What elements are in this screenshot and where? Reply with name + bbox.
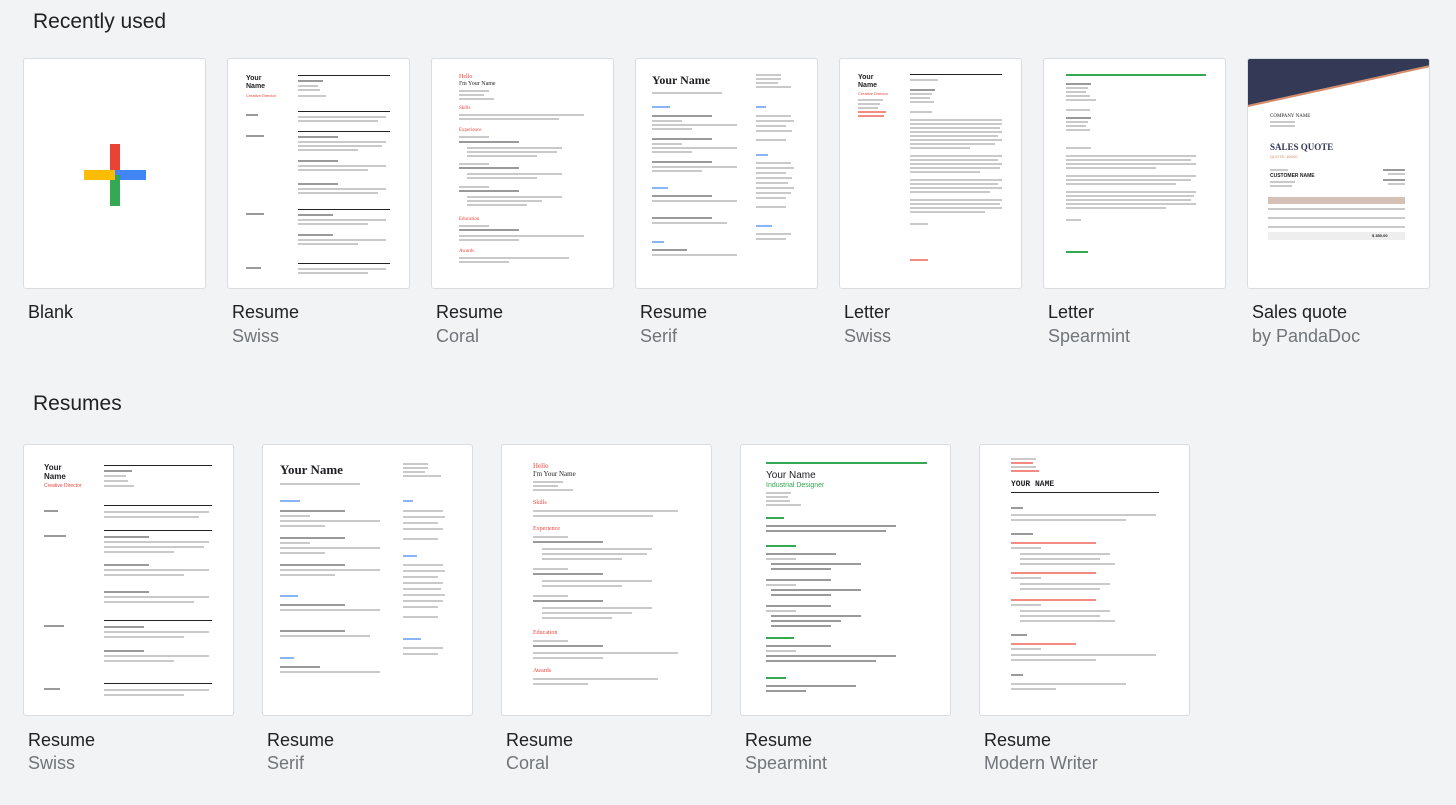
thumb-education: Education [533, 630, 558, 636]
template-letter-swiss[interactable]: Your Name Creative Director Letter Swiss [839, 58, 1022, 348]
section-title-resumes: Resumes [33, 392, 122, 415]
template-subtitle: Swiss [232, 326, 280, 346]
template-title: Resume [28, 730, 96, 750]
header-banner-graphic [1248, 59, 1429, 107]
thumb-experience: Experience [459, 128, 482, 133]
thumb-name: Your Name [766, 470, 816, 481]
thumb-name: Your Name [280, 462, 343, 477]
thumb-name: I'm Your Name [459, 81, 496, 87]
template-resume-serif[interactable]: Your Name Resume Serif [262, 444, 473, 774]
template-resume-modern-writer[interactable]: YOUR NAME Resume Modern Writer [979, 444, 1190, 774]
template-thumbnail: Your Name Creative Director [839, 58, 1022, 289]
template-resume-coral[interactable]: Hello I'm Your Name Skills Experience Ed… [431, 58, 614, 348]
thumb-role: Creative Director [246, 93, 277, 98]
template-resume-swiss[interactable]: Your Name Creative Director Resume Swiss [227, 58, 410, 348]
thumb-experience: Experience [533, 526, 560, 532]
template-title: Resume [232, 302, 300, 322]
thumb-awards: Awards [459, 249, 475, 254]
thumb-role: Creative Director [858, 91, 889, 96]
template-subtitle: Swiss [28, 753, 76, 773]
template-resume-serif[interactable]: Your Name Resume Serif [635, 58, 818, 348]
template-thumbnail: YOUR NAME [979, 444, 1190, 716]
template-subtitle: Spearmint [745, 753, 828, 773]
section-title-recently-used: Recently used [33, 10, 167, 33]
template-resume-spearmint[interactable]: Your Name Industrial Designer Resume Spe… [740, 444, 951, 774]
thumb-name: Your Name [246, 75, 266, 90]
thumb-name: YOUR NAME [1011, 480, 1055, 489]
template-subtitle: Serif [267, 753, 305, 773]
template-title: Letter [1048, 302, 1095, 322]
template-subtitle: Coral [506, 753, 550, 773]
thumb-hello: Hello [459, 74, 473, 80]
thumb-name: Your Name [652, 73, 711, 87]
template-subtitle: Swiss [844, 326, 892, 346]
template-thumbnail [23, 58, 206, 289]
template-title: Resume [267, 730, 335, 750]
thumb-customer: CUSTOMER NAME [1270, 173, 1315, 179]
thumb-quote-no: QUOTE: #0000 [1270, 154, 1298, 159]
template-title: Sales quote [1252, 302, 1348, 322]
template-title: Resume [506, 730, 574, 750]
template-subtitle: by PandaDoc [1252, 326, 1361, 346]
thumb-role: Creative Director [44, 483, 82, 489]
template-thumbnail: COMPANY NAME SALES QUOTE QUOTE: #0000 CU… [1247, 58, 1430, 289]
template-title: Resume [436, 302, 504, 322]
template-title: Letter [844, 302, 891, 322]
template-thumbnail: Your Name Creative Director [23, 444, 234, 716]
thumb-name: Your Name [858, 74, 878, 89]
template-thumbnail: Your Name [635, 58, 818, 289]
template-subtitle: Modern Writer [984, 753, 1098, 773]
thumb-sales-quote: SALES QUOTE [1270, 142, 1334, 152]
template-letter-spearmint[interactable]: Letter Spearmint [1043, 58, 1226, 348]
template-title: Resume [640, 302, 708, 322]
thumb-hello: Hello [533, 462, 549, 470]
template-resume-swiss[interactable]: Your Name Creative Director Resume Swiss [23, 444, 234, 774]
thumb-total: $ 350.00 [1372, 233, 1388, 238]
template-subtitle: Coral [436, 326, 480, 346]
template-subtitle: Serif [640, 326, 678, 346]
template-thumbnail [1043, 58, 1226, 289]
thumb-role: Industrial Designer [766, 482, 825, 489]
template-subtitle: Spearmint [1048, 326, 1131, 346]
template-thumbnail: Your Name Industrial Designer [740, 444, 951, 716]
template-thumbnail: Your Name Creative Director [227, 58, 410, 289]
thumb-education: Education [459, 217, 480, 222]
google-plus-icon [84, 144, 146, 206]
template-thumbnail: Your Name [262, 444, 473, 716]
template-blank[interactable]: Blank [23, 58, 206, 348]
template-resume-coral[interactable]: Hello I'm Your Name Skills Experience Ed… [501, 444, 712, 774]
thumb-skills: Skills [459, 106, 471, 111]
thumb-name: I'm Your Name [533, 470, 576, 478]
template-thumbnail: Hello I'm Your Name Skills Experience Ed… [431, 58, 614, 289]
template-thumbnail: Hello I'm Your Name Skills Experience Ed… [501, 444, 712, 716]
thumb-name: Your Name [44, 463, 66, 481]
thumb-skills: Skills [533, 500, 547, 506]
template-title: Blank [28, 302, 74, 322]
thumb-company: COMPANY NAME [1270, 114, 1311, 119]
template-sales-quote[interactable]: COMPANY NAME SALES QUOTE QUOTE: #0000 CU… [1247, 58, 1430, 348]
template-title: Resume [984, 730, 1052, 750]
template-title: Resume [745, 730, 813, 750]
thumb-awards: Awards [533, 668, 552, 674]
